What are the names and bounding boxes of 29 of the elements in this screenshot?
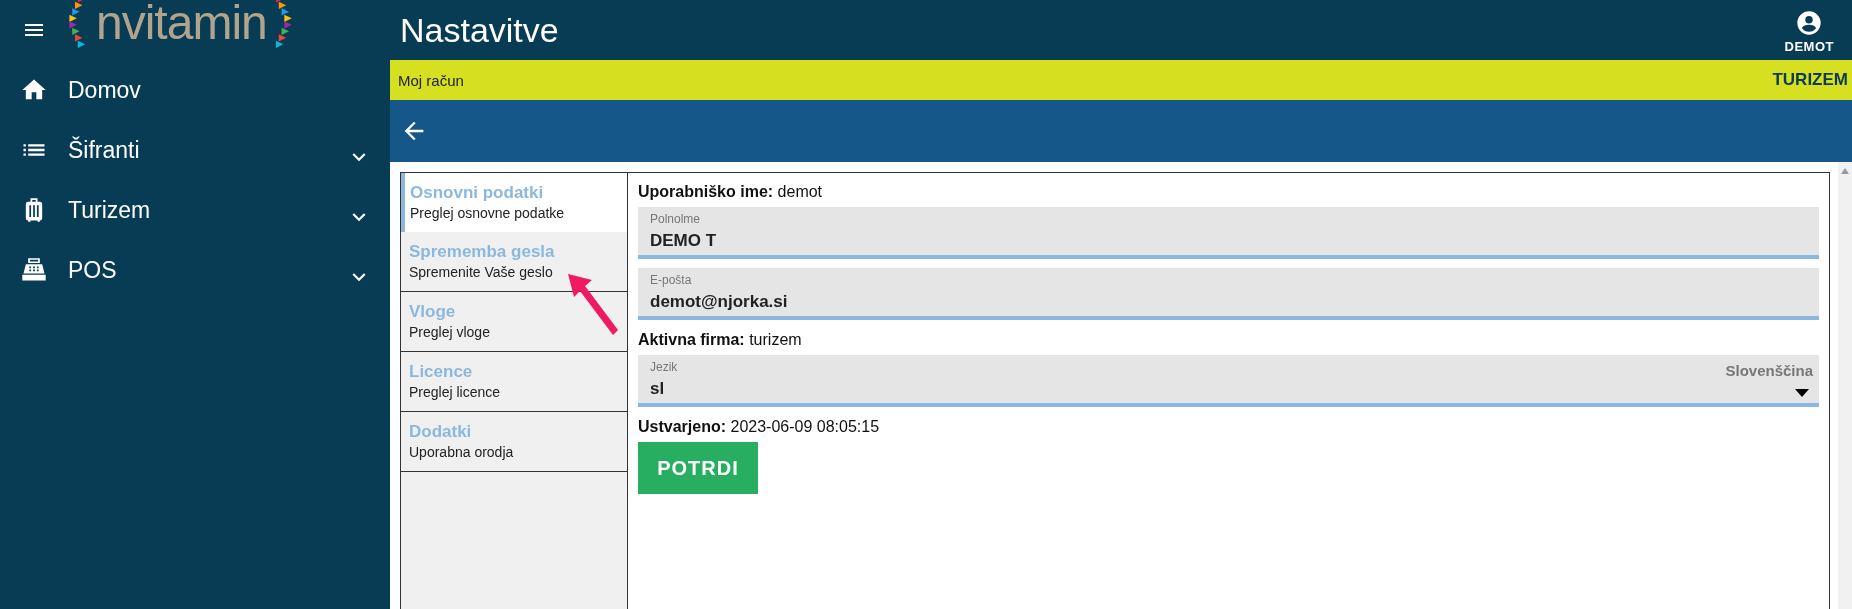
sidebar-item[interactable]: Turizem: [0, 180, 390, 240]
field-label: Jezik: [650, 360, 678, 374]
tab[interactable]: Osnovni podatki Preglej osnovne podatke: [401, 173, 627, 232]
register-icon: [20, 256, 48, 284]
account-icon: [1795, 8, 1824, 37]
field-label: Polnolme: [650, 212, 701, 226]
info-text: Aktivna firma: turizem: [638, 331, 803, 349]
field-value: DEMO T: [650, 231, 717, 251]
sidebar-item[interactable]: Šifranti: [0, 120, 390, 180]
tab[interactable]: Licence Preglej licence: [401, 352, 627, 412]
option-text: Slovenščina: [1725, 362, 1813, 379]
sidebar-item[interactable]: Domov: [0, 60, 390, 120]
info-text: Ustvarjeno: 2023-06-09 08:05:15: [638, 418, 881, 436]
text-field[interactable]: E-pošta demot@njorka.si: [638, 268, 1819, 320]
tab[interactable]: Dodatki Uporabna orodja: [401, 412, 627, 472]
select-field[interactable]: Jezik sl Slovenščina: [638, 355, 1819, 407]
logo: nvitamin: [68, 0, 295, 51]
company-name: TURIZEM: [1772, 70, 1848, 90]
field-label: E-pošta: [650, 273, 692, 287]
user-menu[interactable]: DEMOT: [1784, 8, 1834, 54]
breadcrumb-text: Moj račun: [398, 71, 464, 89]
page-title: Nastavitve: [400, 10, 560, 50]
field-value: demot@njorka.si: [650, 292, 788, 312]
sidebar-item[interactable]: POS: [0, 240, 390, 300]
annotation-arrow: [568, 274, 620, 336]
field-value: sl: [650, 379, 665, 399]
dropdown-caret-icon: [1795, 389, 1809, 397]
info-text: Uporabniško ime: demot: [638, 183, 824, 201]
text-field[interactable]: Polnolme DEMO T: [638, 207, 1819, 259]
